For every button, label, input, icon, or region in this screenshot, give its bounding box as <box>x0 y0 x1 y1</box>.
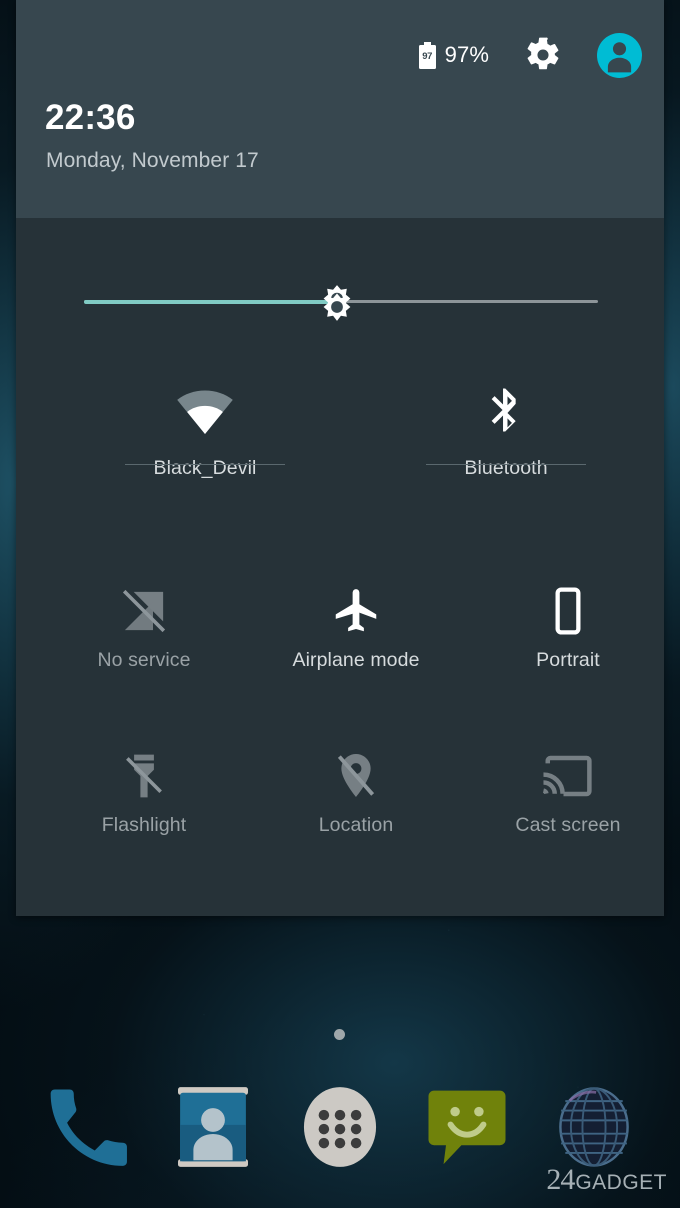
tile-divider <box>426 464 586 465</box>
battery-body: 97 <box>418 44 436 69</box>
tile-icon-wrap <box>256 745 456 807</box>
watermark: 24 GADGET <box>546 1165 667 1195</box>
home-dock <box>0 1079 680 1175</box>
brightness-slider[interactable] <box>84 283 598 321</box>
dock-item-messaging[interactable] <box>419 1079 515 1175</box>
android-quick-settings-screen: 97 97% 22:36 Monday, November 17 Black_D… <box>0 0 680 1208</box>
wifi-icon <box>177 390 233 434</box>
dock-item-browser[interactable] <box>546 1079 642 1175</box>
tile-location[interactable]: Location <box>256 745 456 836</box>
tile-icon-wrap <box>105 380 305 442</box>
tile-bluetooth[interactable]: Bluetooth <box>406 380 606 479</box>
tile-label: Flashlight <box>101 814 187 836</box>
page-indicator-dot <box>334 1029 345 1040</box>
user-avatar-button[interactable] <box>597 32 642 78</box>
browser-globe-icon <box>559 1087 629 1167</box>
tile-rotation[interactable]: Portrait <box>468 580 668 671</box>
battery-status: 97 97% <box>418 41 489 69</box>
battery-icon: 97 <box>418 41 436 69</box>
status-row: 97 97% <box>418 31 642 79</box>
tile-airplane-mode[interactable]: Airplane mode <box>256 580 456 671</box>
contacts-card-icon <box>178 1087 248 1167</box>
gear-icon <box>527 37 559 70</box>
tile-icon-wrap <box>44 745 244 807</box>
flashlight-off-icon <box>126 754 162 798</box>
phone-handset-icon <box>50 1089 127 1166</box>
dock-item-app-drawer[interactable] <box>292 1079 388 1175</box>
clock-time: 22:36 <box>45 98 136 137</box>
airplane-icon <box>335 589 377 632</box>
battery-percent-label: 97% <box>444 42 489 67</box>
tile-label: Bluetooth <box>464 457 548 479</box>
clock-date: Monday, November 17 <box>46 149 259 172</box>
tile-icon-wrap <box>256 580 456 642</box>
tile-cellular[interactable]: No service <box>44 580 244 671</box>
messaging-smiley-icon <box>428 1090 506 1165</box>
tile-divider <box>125 464 285 465</box>
tile-icon-wrap <box>44 580 244 642</box>
cast-screen-icon <box>542 755 592 797</box>
tile-icon-wrap <box>468 745 668 807</box>
watermark-number: 24 <box>546 1163 575 1196</box>
tile-icon-wrap <box>468 580 668 642</box>
quick-settings-header: 97 97% 22:36 Monday, November 17 <box>16 0 664 218</box>
tile-flashlight[interactable]: Flashlight <box>44 745 244 836</box>
app-drawer-icon <box>303 1087 377 1167</box>
watermark-word: GADGET <box>575 1171 667 1194</box>
tile-label: Portrait <box>536 649 600 671</box>
battery-level-text: 97 <box>422 50 433 62</box>
tile-label: No service <box>97 649 191 671</box>
user-avatar-icon <box>607 41 632 72</box>
quick-settings-panel: 97 97% 22:36 Monday, November 17 Black_D… <box>16 0 664 916</box>
dock-item-contacts[interactable] <box>165 1079 261 1175</box>
tile-label: Location <box>318 814 394 836</box>
tile-label: Black_Devil <box>153 457 257 479</box>
brightness-sun-icon <box>323 285 351 321</box>
brightness-thumb[interactable] <box>316 282 358 324</box>
phone-portrait-icon <box>555 587 581 635</box>
tile-cast-screen[interactable]: Cast screen <box>468 745 668 836</box>
tile-icon-wrap <box>406 380 606 442</box>
tile-label: Cast screen <box>515 814 621 836</box>
tile-wifi[interactable]: Black_Devil <box>105 380 305 479</box>
location-off-icon <box>337 753 375 797</box>
settings-button[interactable] <box>523 35 563 75</box>
tile-label: Airplane mode <box>292 649 420 671</box>
bluetooth-icon <box>491 388 516 432</box>
signal-off-icon <box>122 589 166 633</box>
brightness-fill <box>84 300 335 304</box>
dock-item-phone[interactable] <box>38 1079 134 1175</box>
